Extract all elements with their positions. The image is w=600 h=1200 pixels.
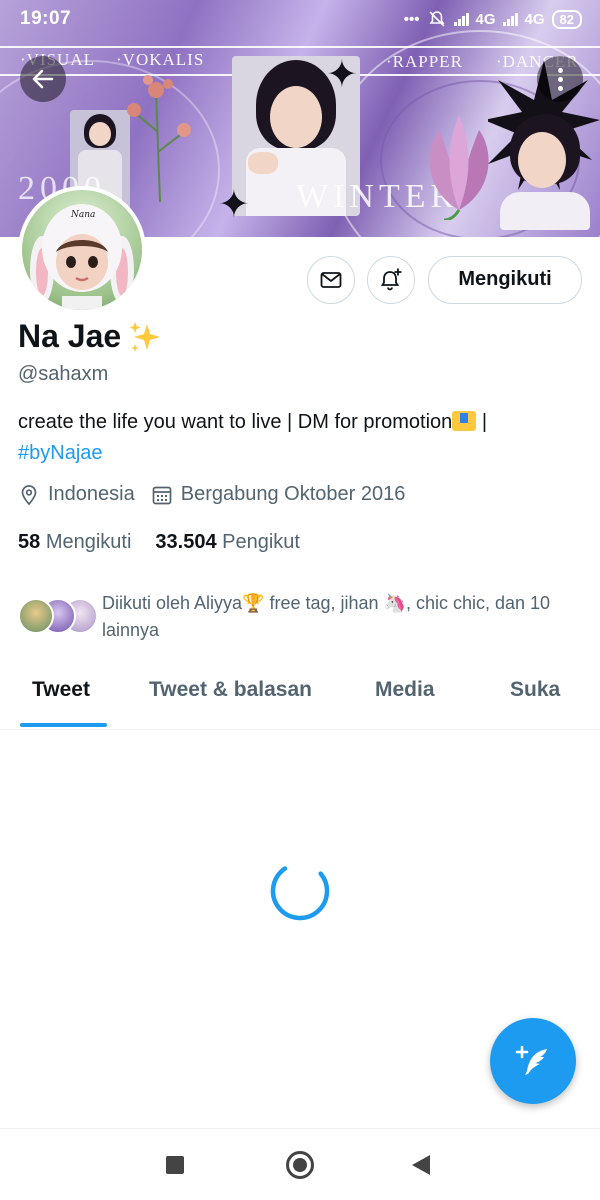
banner-line <box>0 46 600 48</box>
profile-bio: create the life you want to live | DM fo… <box>18 407 588 469</box>
status-bar: 19:07 ••• 4G 4G 82 <box>0 0 600 38</box>
mute-bell-icon <box>428 11 445 27</box>
system-navigation-bar <box>0 1128 600 1200</box>
avatar-caption: Nana <box>71 210 96 220</box>
following-stat-link[interactable]: 58 Mengikuti <box>18 531 131 554</box>
avatar <box>18 598 54 634</box>
bio-separator: | <box>476 411 488 433</box>
status-time: 19:07 <box>20 8 72 29</box>
bell-plus-icon <box>380 268 402 291</box>
flower-decoration <box>127 75 191 202</box>
tab-likes[interactable]: Suka <box>510 678 560 702</box>
mail-icon <box>320 272 342 288</box>
bio-hashtag-link[interactable]: #byNajae <box>18 442 103 464</box>
joined-text: Bergabung Oktober 2016 <box>180 483 406 505</box>
arrow-left-icon <box>32 69 54 89</box>
star-icon: ✦ <box>218 184 250 226</box>
follower-avatars <box>18 598 98 638</box>
tab-tweet-replies[interactable]: Tweet & balasan <box>149 678 312 702</box>
following-label: Mengikuti <box>45 531 132 553</box>
followers-count: 33.504 <box>155 531 217 553</box>
active-tab-indicator <box>20 723 107 727</box>
profile-meta: Indonesia Bergabung Oktober 2016 <box>18 483 421 506</box>
back-button[interactable] <box>20 56 66 102</box>
signal-icon-2 <box>502 12 518 26</box>
network-label-1: 4G <box>475 10 496 28</box>
avatar-image <box>30 204 134 310</box>
compose-tweet-icon <box>515 1045 547 1075</box>
profile-avatar[interactable]: Nana <box>18 186 146 314</box>
following-button[interactable]: Mengikuti <box>428 256 582 304</box>
more-vertical-icon <box>557 67 563 73</box>
display-name: Na Jae <box>18 318 122 354</box>
tab-tweet[interactable]: Tweet <box>32 678 90 702</box>
followers-label: Pengikut <box>222 531 300 553</box>
system-back-button[interactable] <box>412 1155 430 1175</box>
network-label-2: 4G <box>524 10 545 28</box>
banner-text-vokalis: ·VOKALIS <box>116 50 205 69</box>
recent-apps-button[interactable] <box>166 1156 184 1174</box>
battery-indicator: 82 <box>551 9 582 29</box>
star-icon: ✦ <box>326 54 358 96</box>
status-icons: ••• 4G 4G 82 <box>404 9 582 29</box>
profile-tabs: Tweet Tweet & balasan Media Suka <box>0 662 600 730</box>
joined-item: Bergabung Oktober 2016 <box>151 483 406 506</box>
notifications-button[interactable] <box>367 256 415 304</box>
banner-photo-right <box>500 110 590 230</box>
location-text: Indonesia <box>48 483 135 505</box>
more-options-button[interactable] <box>537 56 583 102</box>
loading-spinner-icon <box>270 861 330 921</box>
followed-by-text: Diikuti oleh Aliyya🏆 free tag, jihan 🦄, … <box>102 593 551 640</box>
user-handle: @sahaxm <box>18 363 109 385</box>
dots-icon: ••• <box>403 10 420 28</box>
following-count: 58 <box>18 531 41 553</box>
calendar-icon <box>152 486 172 504</box>
home-button[interactable] <box>286 1151 314 1179</box>
follow-stats: 58 Mengikuti 33.504 Pengikut <box>18 531 300 554</box>
signal-icon <box>453 12 469 26</box>
location-pin-icon <box>21 484 37 505</box>
location-item: Indonesia <box>18 483 135 506</box>
followers-stat-link[interactable]: 33.504 Pengikut <box>155 531 300 554</box>
sparkles-icon <box>129 322 160 352</box>
inbox-tray-icon <box>452 411 477 431</box>
banner-text-rapper: ·RAPPER <box>386 52 463 71</box>
message-button[interactable] <box>307 256 355 304</box>
tab-media[interactable]: Media <box>375 678 435 702</box>
compose-tweet-button[interactable] <box>490 1018 576 1104</box>
bio-text: create the life you want to live | DM fo… <box>18 411 453 433</box>
